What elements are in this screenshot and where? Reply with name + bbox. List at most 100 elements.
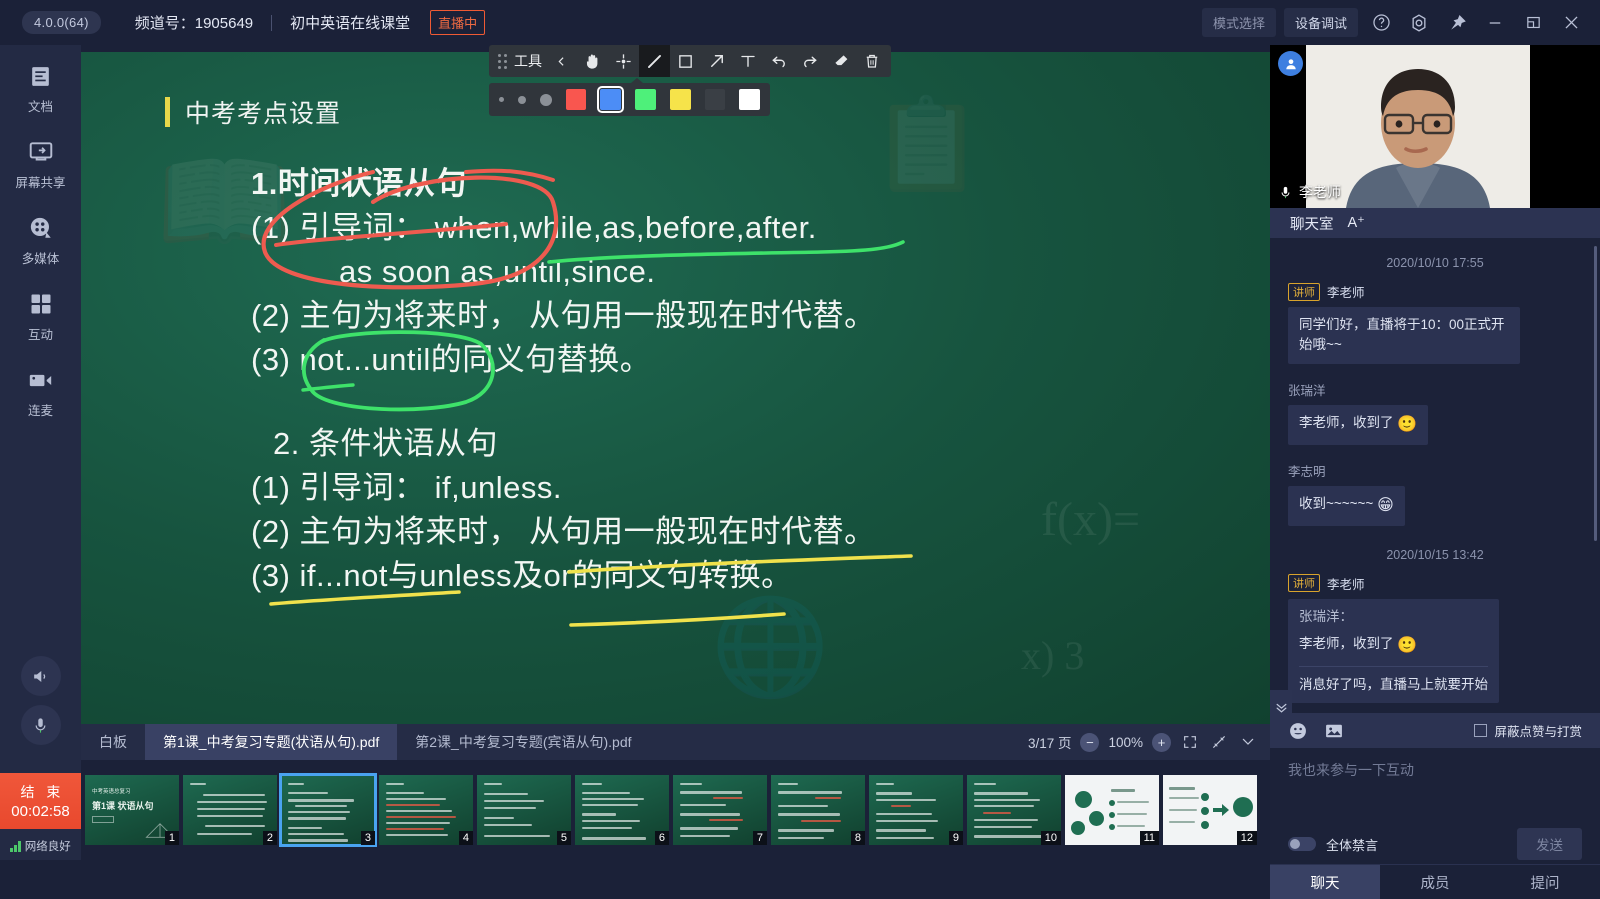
slide-thumbnail-strip[interactable]: 中考英语总复习 第1课 状语从句 1 2 3 4 5 6 7 8 9 10 11… bbox=[81, 760, 1270, 860]
thumbnail-item[interactable]: 8 bbox=[771, 775, 865, 845]
tab-members[interactable]: 成员 bbox=[1380, 865, 1490, 899]
thumbnail-item[interactable]: 7 bbox=[673, 775, 767, 845]
arrow-icon[interactable] bbox=[701, 45, 732, 77]
toolbar-label: 工具 bbox=[514, 53, 542, 69]
channel-number: 频道号：1905649 bbox=[134, 15, 254, 32]
chat-message-list[interactable]: 2020/10/10 17:55 讲师 李老师 同学们好，直播将于10：00正式… bbox=[1270, 238, 1600, 713]
chat-quote-sender: 张瑞洋： bbox=[1299, 608, 1353, 624]
panel-collapse-handle[interactable] bbox=[1270, 690, 1292, 724]
drawing-toolbar: 工具 bbox=[489, 45, 891, 116]
minimize-icon[interactable] bbox=[1480, 8, 1510, 38]
chat-sender-name: 李老师 bbox=[1327, 577, 1365, 592]
help-circle-icon[interactable] bbox=[1366, 8, 1396, 38]
sidebar-item-screen-share[interactable]: 屏幕共享 bbox=[0, 121, 81, 197]
speaker-icon[interactable] bbox=[20, 656, 61, 696]
color-swatch-green[interactable] bbox=[635, 89, 656, 110]
slide-line: (1) 引导词： if,unless. bbox=[251, 470, 562, 506]
settings-gear-icon[interactable] bbox=[1404, 8, 1434, 38]
tab-questions[interactable]: 提问 bbox=[1490, 865, 1600, 899]
chat-input[interactable]: 我也来参与一下互动 bbox=[1288, 760, 1582, 780]
mute-all-label: 全体禁言 bbox=[1326, 837, 1379, 853]
thumbnail-item[interactable]: 12 bbox=[1163, 775, 1257, 845]
chat-emoji: 😁 bbox=[1377, 496, 1394, 514]
zoom-in-button[interactable]: + bbox=[1152, 732, 1171, 752]
zoom-level: 100% bbox=[1108, 734, 1143, 750]
thumbnail-item[interactable]: 6 bbox=[575, 775, 669, 845]
color-swatch-red[interactable] bbox=[565, 89, 587, 110]
thumbnail-item[interactable]: 3 bbox=[279, 773, 377, 847]
thumbnail-item[interactable]: 10 bbox=[967, 775, 1061, 845]
slide-line: 1.时间状语从句 bbox=[251, 166, 467, 201]
chat-bubble: 收到~~~~~~ 😁 bbox=[1288, 485, 1405, 526]
mute-all-toggle[interactable] bbox=[1288, 837, 1316, 851]
thumbnail-item[interactable]: 9 bbox=[869, 775, 963, 845]
eraser-icon[interactable] bbox=[825, 45, 856, 77]
checkbox-icon[interactable] bbox=[1474, 724, 1488, 737]
hand-icon[interactable] bbox=[577, 45, 608, 77]
chat-sender: 李志明 bbox=[1288, 461, 1582, 480]
chat-emoji: 🙂 bbox=[1397, 636, 1418, 654]
chat-reply-text: 消息好了吗，直播马上就要开始 bbox=[1299, 676, 1488, 692]
restore-icon[interactable] bbox=[1518, 8, 1548, 38]
thumbnail-item[interactable]: 中考英语总复习 第1课 状语从句 1 bbox=[85, 775, 179, 845]
thumbnail-caption: 中考英语总复习 bbox=[92, 789, 131, 795]
color-swatch-dark[interactable] bbox=[704, 89, 726, 110]
sidebar-item-video-link[interactable]: 连麦 bbox=[0, 349, 81, 425]
compose-input-area[interactable]: 我也来参与一下互动 bbox=[1270, 748, 1600, 824]
square-icon[interactable] bbox=[670, 45, 701, 77]
divider bbox=[1299, 665, 1488, 667]
close-icon[interactable] bbox=[1556, 8, 1586, 38]
chat-scrollbar[interactable] bbox=[1594, 246, 1597, 541]
color-swatch-white[interactable] bbox=[739, 89, 760, 110]
thumbnail-item[interactable]: 11 bbox=[1065, 775, 1159, 845]
fullscreen-icon[interactable] bbox=[1180, 732, 1200, 752]
tab-lesson-1[interactable]: 第1课_中考复习专题(状语从句).pdf bbox=[145, 724, 398, 760]
color-swatch-yellow[interactable] bbox=[669, 89, 691, 110]
undo-icon[interactable] bbox=[763, 45, 794, 77]
redo-icon[interactable] bbox=[794, 45, 825, 77]
pen-icon[interactable] bbox=[639, 45, 670, 77]
teacher-video-tile[interactable]: 李老师 bbox=[1270, 45, 1600, 208]
divider bbox=[271, 14, 273, 31]
sidebar-item-interaction[interactable]: 互动 bbox=[0, 273, 81, 349]
device-debug-button[interactable]: 设备调试 bbox=[1283, 8, 1358, 37]
thumbnail-item[interactable]: 5 bbox=[477, 775, 571, 845]
zoom-out-button[interactable]: − bbox=[1080, 732, 1100, 752]
thumbnail-item[interactable]: 4 bbox=[379, 775, 473, 845]
chevron-left-icon[interactable] bbox=[546, 45, 577, 77]
end-class-button[interactable]: 结 束 00:02:58 bbox=[0, 773, 81, 829]
tab-lesson-2[interactable]: 第2课_中考复习专题(宾语从句).pdf bbox=[397, 724, 649, 760]
stroke-size-large[interactable] bbox=[539, 93, 552, 106]
pin-icon[interactable] bbox=[1442, 8, 1472, 38]
course-title: 初中英语在线课堂 bbox=[290, 15, 411, 32]
trash-icon[interactable] bbox=[856, 45, 887, 77]
block-likes-toggle[interactable]: 屏蔽点赞与打赏 bbox=[1474, 721, 1582, 740]
tab-chat[interactable]: 聊天 bbox=[1270, 865, 1380, 899]
slide-line: (2) 主句为将来时， 从句用一般现在时代替。 bbox=[251, 298, 876, 334]
mode-select-button[interactable]: 模式选择 bbox=[1201, 8, 1276, 37]
microphone-icon[interactable] bbox=[20, 705, 61, 745]
whiteboard-canvas[interactable]: 📖 📋 🌐 f(x)= x) 3 中考考点设置 1.时间状语从句 (1) 引导词… bbox=[81, 52, 1270, 724]
sidebar-item-label: 屏幕共享 bbox=[15, 176, 66, 190]
thumbnail-item[interactable]: 2 bbox=[183, 775, 277, 845]
thumbnail-number: 7 bbox=[752, 831, 767, 845]
font-size-toggle[interactable]: A⁺ bbox=[1348, 215, 1365, 231]
crosshair-icon[interactable] bbox=[608, 45, 639, 77]
text-t-icon[interactable] bbox=[732, 45, 763, 77]
fit-page-icon[interactable] bbox=[1209, 732, 1229, 752]
stroke-size-small[interactable] bbox=[499, 97, 504, 102]
sidebar-item-document[interactable]: 文档 bbox=[0, 45, 81, 121]
tab-whiteboard[interactable]: 白板 bbox=[81, 724, 145, 760]
image-icon[interactable] bbox=[1324, 721, 1344, 741]
drag-handle-icon[interactable] bbox=[498, 53, 507, 69]
document-icon bbox=[28, 63, 53, 89]
chevron-down-icon[interactable] bbox=[1238, 732, 1258, 752]
send-button[interactable]: 发送 bbox=[1517, 828, 1582, 860]
stroke-size-medium[interactable] bbox=[517, 95, 526, 104]
chat-bubble-text: 李老师，收到了 bbox=[1299, 635, 1394, 651]
microphone-icon bbox=[1281, 186, 1290, 198]
sidebar-item-label: 互动 bbox=[27, 328, 53, 342]
sidebar-item-multimedia[interactable]: 多媒体 bbox=[0, 197, 81, 273]
chat-sender: 张瑞洋 bbox=[1288, 380, 1582, 399]
color-swatch-blue[interactable] bbox=[597, 86, 625, 113]
